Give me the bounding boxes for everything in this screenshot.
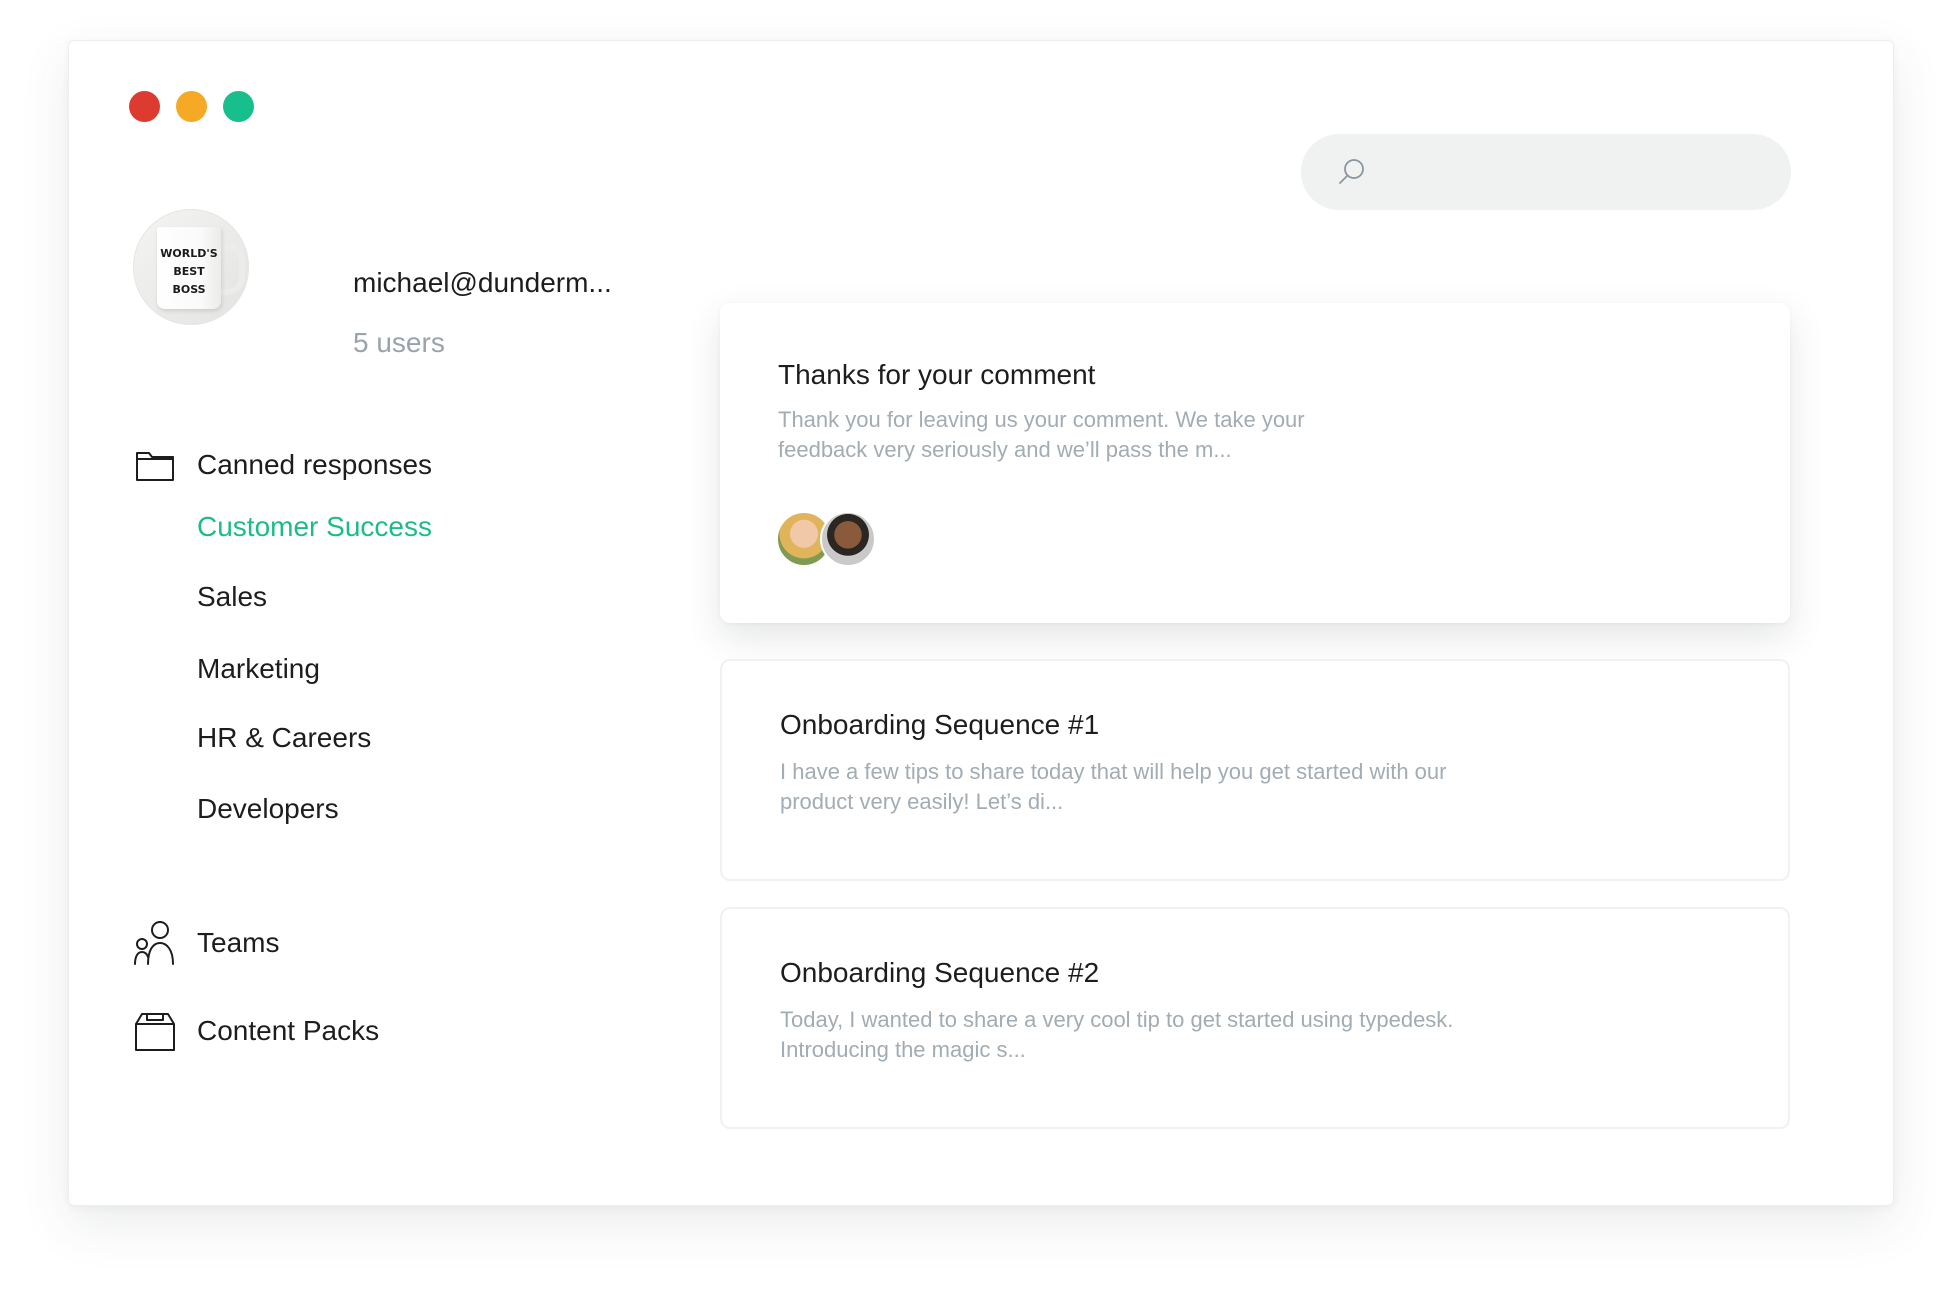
- card-preview: I have a few tips to share today that wi…: [780, 759, 1447, 814]
- users-icon: [133, 921, 177, 965]
- minimize-window-button[interactable]: [176, 91, 207, 122]
- nav-item-customer-success[interactable]: Customer Success: [197, 511, 432, 543]
- card-title: Thanks for your comment: [778, 359, 1096, 390]
- box-icon: [133, 1009, 177, 1053]
- user-avatar-2: [820, 511, 876, 567]
- user-count: 5 users: [353, 327, 445, 358]
- card-preview: Today, I wanted to share a very cool tip…: [780, 1007, 1454, 1062]
- response-card-thanks[interactable]: Thanks for your comment Thank you for le…: [720, 303, 1790, 623]
- nav-content-packs[interactable]: Content Packs: [133, 1009, 379, 1053]
- nav-item-sales[interactable]: Sales: [197, 581, 267, 613]
- card-title: Onboarding Sequence #2: [780, 957, 1100, 988]
- mug-text-line-1: WORLD'S: [160, 247, 218, 260]
- shared-with-avatars: [776, 511, 876, 567]
- nav-teams-label: Teams: [197, 927, 280, 958]
- window-controls: [129, 91, 254, 122]
- search-icon: [1339, 159, 1364, 184]
- nav-item-developers[interactable]: Developers: [197, 793, 339, 825]
- app-window: WORLD'S BEST BOSS michael@dunderm... 5 u…: [68, 40, 1894, 1206]
- mug-text-line-2: BEST: [173, 265, 205, 278]
- close-window-button[interactable]: [129, 91, 160, 122]
- zoom-window-button[interactable]: [223, 91, 254, 122]
- mug-text-line-3: BOSS: [172, 283, 206, 296]
- nav-content-packs-label: Content Packs: [197, 1015, 380, 1046]
- avatar-mug-text: WORLD'S BEST BOSS: [157, 245, 221, 299]
- nav-teams[interactable]: Teams: [133, 921, 279, 965]
- avatar[interactable]: WORLD'S BEST BOSS: [133, 209, 249, 325]
- nav-canned-responses[interactable]: Canned responses: [133, 443, 432, 487]
- card-preview: Thank you for leaving us your comment. W…: [778, 407, 1305, 462]
- nav-item-marketing[interactable]: Marketing: [197, 653, 320, 685]
- nav-item-hr-careers[interactable]: HR & Careers: [197, 722, 371, 754]
- card-title: Onboarding Sequence #1: [780, 709, 1100, 740]
- response-card-onboarding-1[interactable]: Onboarding Sequence #1 I have a few tips…: [720, 659, 1790, 881]
- response-card-onboarding-2[interactable]: Onboarding Sequence #2 Today, I wanted t…: [720, 907, 1790, 1129]
- search-input[interactable]: [1301, 134, 1791, 210]
- nav-canned-responses-label: Canned responses: [197, 449, 433, 480]
- account-email: michael@dunderm...: [353, 267, 612, 298]
- folder-icon: [133, 443, 177, 487]
